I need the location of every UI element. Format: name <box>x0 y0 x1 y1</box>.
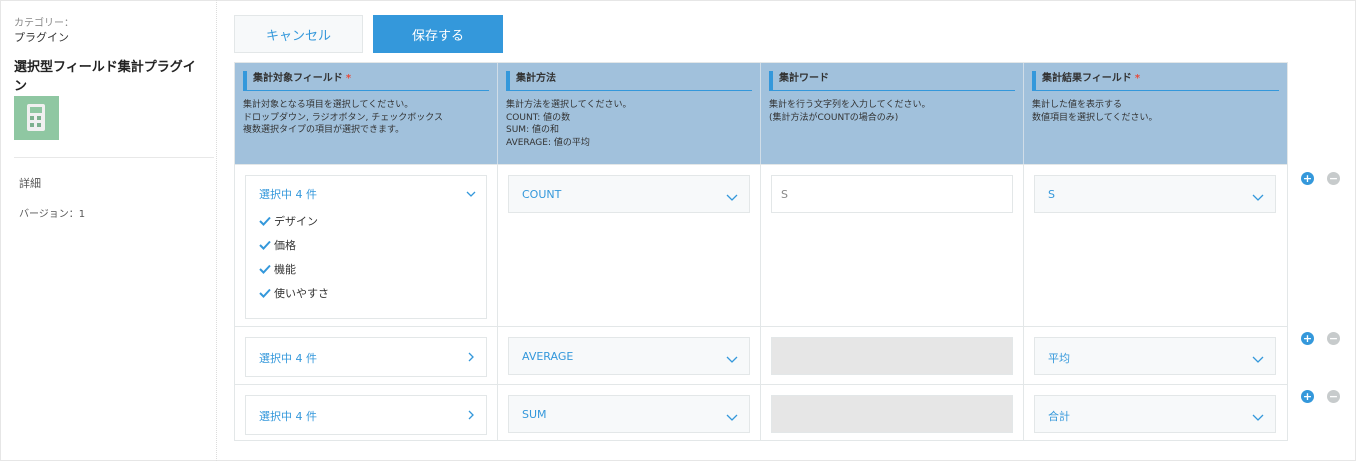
category-label: カテゴリー： <box>14 18 74 29</box>
option-item[interactable]: 機能 <box>259 261 296 276</box>
target-field-cell: 選択中 4 件 <box>235 327 498 384</box>
column-description: 集計対象となる項目を選択してください。 ドロップダウン, ラジオボタン, チェッ… <box>243 100 443 135</box>
multiselect-summary[interactable]: 選択中 4 件 <box>259 350 317 366</box>
chevron-down-icon <box>1252 356 1264 363</box>
chevron-down-icon <box>726 356 738 363</box>
word-cell: S <box>761 165 1024 326</box>
version-text: バージョン：1 <box>19 209 86 220</box>
target-field-cell: 選択中 4 件 デザイン 価格 機能 使いやすさ <box>235 165 498 326</box>
option-item[interactable]: デザイン <box>259 213 318 228</box>
required-mark: * <box>1134 73 1141 84</box>
column-header-result-field: 集計結果フィールド * 集計した値を表示する 数値項目を選択してください。 <box>1024 63 1287 165</box>
column-title: 集計ワード <box>779 73 829 84</box>
chevron-down-icon[interactable] <box>464 187 478 201</box>
result-field-cell: 合計 <box>1024 385 1287 440</box>
target-field-cell: 選択中 4 件 <box>235 385 498 440</box>
multiselect-summary[interactable]: 選択中 4 件 <box>259 186 317 202</box>
add-row-button[interactable]: + <box>1301 332 1314 345</box>
chevron-down-icon <box>1252 194 1264 201</box>
target-field-multiselect[interactable]: 選択中 4 件 <box>245 337 487 377</box>
check-icon <box>259 216 271 226</box>
selected-value: 合計 <box>1048 410 1070 423</box>
selected-value: S <box>1048 188 1055 201</box>
result-field-cell: S <box>1024 165 1287 326</box>
method-select[interactable]: COUNT <box>508 175 750 213</box>
check-icon <box>259 264 271 274</box>
result-field-select[interactable]: 合計 <box>1034 395 1276 433</box>
method-cell: SUM <box>498 385 761 440</box>
column-description: 集計を行う文字列を入力してください。 (集計方法がCOUNTの場合のみ) <box>769 100 931 123</box>
table-row: 選択中 4 件 AVERAGE 平均 <box>235 326 1287 384</box>
method-cell: COUNT <box>498 165 761 326</box>
settings-table: 集計対象フィールド * 集計対象となる項目を選択してください。 ドロップダウン, … <box>234 62 1288 441</box>
check-icon <box>259 288 271 298</box>
option-item[interactable]: 価格 <box>259 237 296 252</box>
plugin-name: 選択型フィールド集計プラグイン <box>14 60 196 94</box>
column-description: 集計した値を表示する 数値項目を選択してください。 <box>1032 100 1158 123</box>
chevron-down-icon <box>726 414 738 421</box>
column-header-method: 集計方法 集計方法を選択してください。 COUNT: 値の数 SUM: 値の和 … <box>498 63 761 165</box>
selected-value: SUM <box>522 408 547 421</box>
method-cell: AVERAGE <box>498 327 761 384</box>
method-select[interactable]: SUM <box>508 395 750 433</box>
word-input-disabled <box>771 337 1013 375</box>
table-header: 集計対象フィールド * 集計対象となる項目を選択してください。 ドロップダウン, … <box>235 63 1287 165</box>
calculator-icon <box>14 96 59 140</box>
remove-row-button[interactable]: − <box>1327 172 1340 185</box>
multiselect-summary[interactable]: 選択中 4 件 <box>259 408 317 424</box>
column-header-target-field: 集計対象フィールド * 集計対象となる項目を選択してください。 ドロップダウン, … <box>235 63 498 165</box>
column-header-word: 集計ワード 集計を行う文字列を入力してください。 (集計方法がCOUNTの場合の… <box>761 63 1024 165</box>
target-field-multiselect[interactable]: 選択中 4 件 デザイン 価格 機能 使いやすさ <box>245 175 487 319</box>
word-cell <box>761 327 1024 384</box>
chevron-down-icon <box>1252 414 1264 421</box>
word-input[interactable]: S <box>771 175 1013 213</box>
chevron-right-icon[interactable] <box>464 408 478 422</box>
column-title: 集計対象フィールド <box>253 73 343 84</box>
word-input-disabled <box>771 395 1013 433</box>
add-row-button[interactable]: + <box>1301 172 1314 185</box>
required-mark: * <box>345 73 352 84</box>
selected-value: AVERAGE <box>522 350 574 363</box>
table-row: 選択中 4 件 デザイン 価格 機能 使いやすさ COUNT S S <box>235 164 1287 326</box>
category-value: プラグイン <box>14 31 69 44</box>
plugin-sidebar: カテゴリー： プラグイン 選択型フィールド集計プラグイン 詳細 バージョン：1 <box>0 0 217 461</box>
table-row: 選択中 4 件 SUM 合計 <box>235 384 1287 440</box>
sidebar-divider <box>14 157 214 158</box>
save-button[interactable]: 保存する <box>373 15 503 53</box>
chevron-right-icon[interactable] <box>464 350 478 364</box>
add-row-button[interactable]: + <box>1301 390 1314 403</box>
check-icon <box>259 240 271 250</box>
remove-row-button[interactable]: − <box>1327 390 1340 403</box>
result-field-select[interactable]: S <box>1034 175 1276 213</box>
column-title: 集計結果フィールド <box>1042 73 1132 84</box>
cancel-button[interactable]: キャンセル <box>234 15 363 53</box>
method-select[interactable]: AVERAGE <box>508 337 750 375</box>
word-cell <box>761 385 1024 440</box>
option-item[interactable]: 使いやすさ <box>259 285 329 300</box>
column-title: 集計方法 <box>516 73 556 84</box>
chevron-down-icon <box>726 194 738 201</box>
result-field-cell: 平均 <box>1024 327 1287 384</box>
detail-link[interactable]: 詳細 <box>19 175 41 191</box>
target-field-multiselect[interactable]: 選択中 4 件 <box>245 395 487 435</box>
column-description: 集計方法を選択してください。 COUNT: 値の数 SUM: 値の和 AVERA… <box>506 100 632 148</box>
selected-value: COUNT <box>522 188 562 201</box>
remove-row-button[interactable]: − <box>1327 332 1340 345</box>
selected-value: 平均 <box>1048 352 1070 365</box>
result-field-select[interactable]: 平均 <box>1034 337 1276 375</box>
